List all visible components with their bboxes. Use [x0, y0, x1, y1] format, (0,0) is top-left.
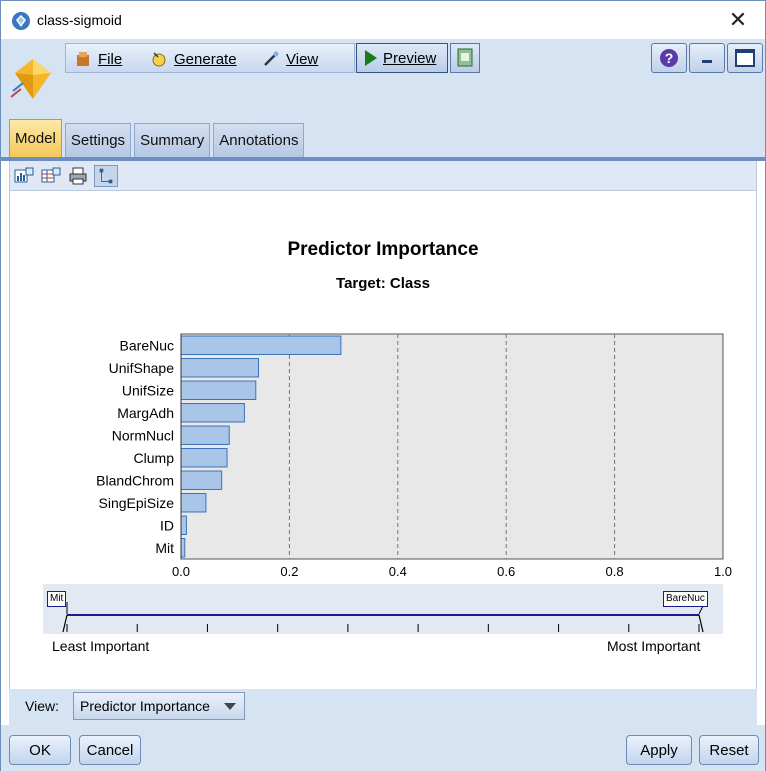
- help-icon: ?: [660, 49, 678, 67]
- category-label: MargAdh: [117, 405, 174, 421]
- x-tick-label: 0.8: [606, 564, 624, 579]
- category-label: SingEpiSize: [99, 495, 175, 511]
- category-label: NormNucl: [112, 427, 174, 443]
- title-bar: class-sigmoid ✕: [1, 1, 765, 39]
- slider-max-label: BareNuc: [663, 591, 708, 607]
- category-label: UnifShape: [109, 360, 175, 376]
- importance-bar: [180, 358, 260, 378]
- x-tick-label: 0.4: [389, 564, 407, 579]
- importance-bar: [180, 425, 230, 445]
- tab-bar: Model Settings Summary Annotations: [9, 119, 307, 157]
- model-gem-icon: [10, 59, 51, 99]
- footer-buttons: OK Cancel Apply Reset: [1, 725, 765, 771]
- view-label: View:: [25, 698, 59, 714]
- cancel-button[interactable]: Cancel: [79, 735, 141, 765]
- copy-data-icon[interactable]: [41, 167, 61, 185]
- importance-bar: [180, 403, 245, 423]
- view-menu-label: View: [286, 50, 319, 68]
- print-icon[interactable]: [68, 167, 88, 185]
- dropdown-caret-icon: [224, 703, 236, 710]
- tab-annotations[interactable]: Annotations: [213, 123, 305, 157]
- slider-track-graphic: [62, 601, 706, 633]
- svg-text:?: ?: [665, 50, 674, 66]
- maximize-icon: [735, 49, 755, 67]
- tab-label: Summary: [140, 132, 205, 149]
- x-tick-label: 0.0: [172, 564, 190, 579]
- importance-bar: [180, 380, 257, 400]
- view-dropdown-value: Predictor Importance: [80, 698, 210, 714]
- tab-label: Settings: [70, 132, 126, 149]
- reset-button[interactable]: Reset: [699, 735, 759, 765]
- minimize-icon: [702, 60, 712, 63]
- chart-subtitle: Target: Class: [336, 275, 430, 292]
- generate-icon: [152, 52, 166, 67]
- tab-summary[interactable]: Summary: [134, 123, 211, 157]
- play-icon: [365, 50, 377, 66]
- export-icon: [457, 48, 473, 67]
- category-label: Mit: [155, 540, 174, 556]
- tab-label: Model: [15, 130, 56, 147]
- view-wand-icon: [264, 51, 279, 66]
- menu-bar: File Generate View: [65, 43, 355, 73]
- importance-bar: [180, 493, 207, 513]
- maximize-button[interactable]: [727, 43, 763, 73]
- tab-model[interactable]: Model: [9, 119, 62, 157]
- category-label: Clump: [134, 450, 175, 466]
- chart-title: Predictor Importance: [287, 239, 479, 260]
- tab-settings[interactable]: Settings: [64, 123, 132, 157]
- most-important-label: Most Important: [607, 638, 701, 654]
- x-tick-label: 0.6: [497, 564, 515, 579]
- preview-button[interactable]: Preview: [356, 43, 448, 73]
- slider-min-label: Mit: [47, 591, 67, 607]
- preview-label: Preview: [383, 49, 437, 67]
- apply-button[interactable]: Apply: [626, 735, 692, 765]
- file-menu[interactable]: File: [74, 47, 122, 71]
- category-label: ID: [160, 517, 174, 533]
- content-toolbar: [10, 161, 756, 191]
- category-label: BareNuc: [120, 337, 174, 353]
- importance-slider[interactable]: Mit BareNuc: [43, 584, 723, 634]
- header-toolbar: File Generate View Preview ? Model Setti…: [1, 39, 765, 159]
- file-icon: [77, 52, 89, 66]
- export-button[interactable]: [450, 43, 480, 73]
- help-button[interactable]: ?: [651, 43, 687, 73]
- copy-chart-icon[interactable]: [14, 167, 34, 185]
- ok-button[interactable]: OK: [9, 735, 71, 765]
- predictor-importance-chart: 0.0 0.2 0.4 0.6 0.8 1.0 BareNuc UnifShape UnifSi…: [96, 333, 732, 579]
- generate-menu[interactable]: Generate: [150, 47, 237, 71]
- window-title: class-sigmoid: [37, 12, 122, 28]
- view-menu[interactable]: View: [262, 47, 318, 71]
- slider-track: [67, 614, 699, 616]
- category-label: BlandChrom: [96, 472, 174, 488]
- close-button[interactable]: ✕: [725, 7, 751, 33]
- file-menu-label: File: [98, 50, 123, 68]
- importance-bar: [180, 448, 228, 468]
- generate-menu-label: Generate: [174, 50, 237, 68]
- view-dropdown[interactable]: Predictor Importance: [73, 692, 245, 720]
- minimize-button[interactable]: [689, 43, 725, 73]
- importance-bar: [180, 538, 186, 558]
- importance-bar: [180, 335, 342, 355]
- tab-label: Annotations: [219, 132, 299, 149]
- importance-bar: [180, 515, 187, 535]
- x-tick-label: 1.0: [714, 564, 732, 579]
- plot-background: [180, 333, 724, 560]
- importance-bar: [180, 470, 223, 490]
- x-tick-label: 0.2: [280, 564, 298, 579]
- model-window: class-sigmoid ✕ File Generate View Previ…: [0, 0, 766, 771]
- category-label: UnifSize: [122, 382, 174, 398]
- model-nugget-icon: [12, 12, 30, 30]
- hierarchy-icon[interactable]: [94, 165, 118, 187]
- view-selector-row: View: Predictor Importance: [9, 689, 757, 725]
- least-important-label: Least Important: [52, 638, 150, 654]
